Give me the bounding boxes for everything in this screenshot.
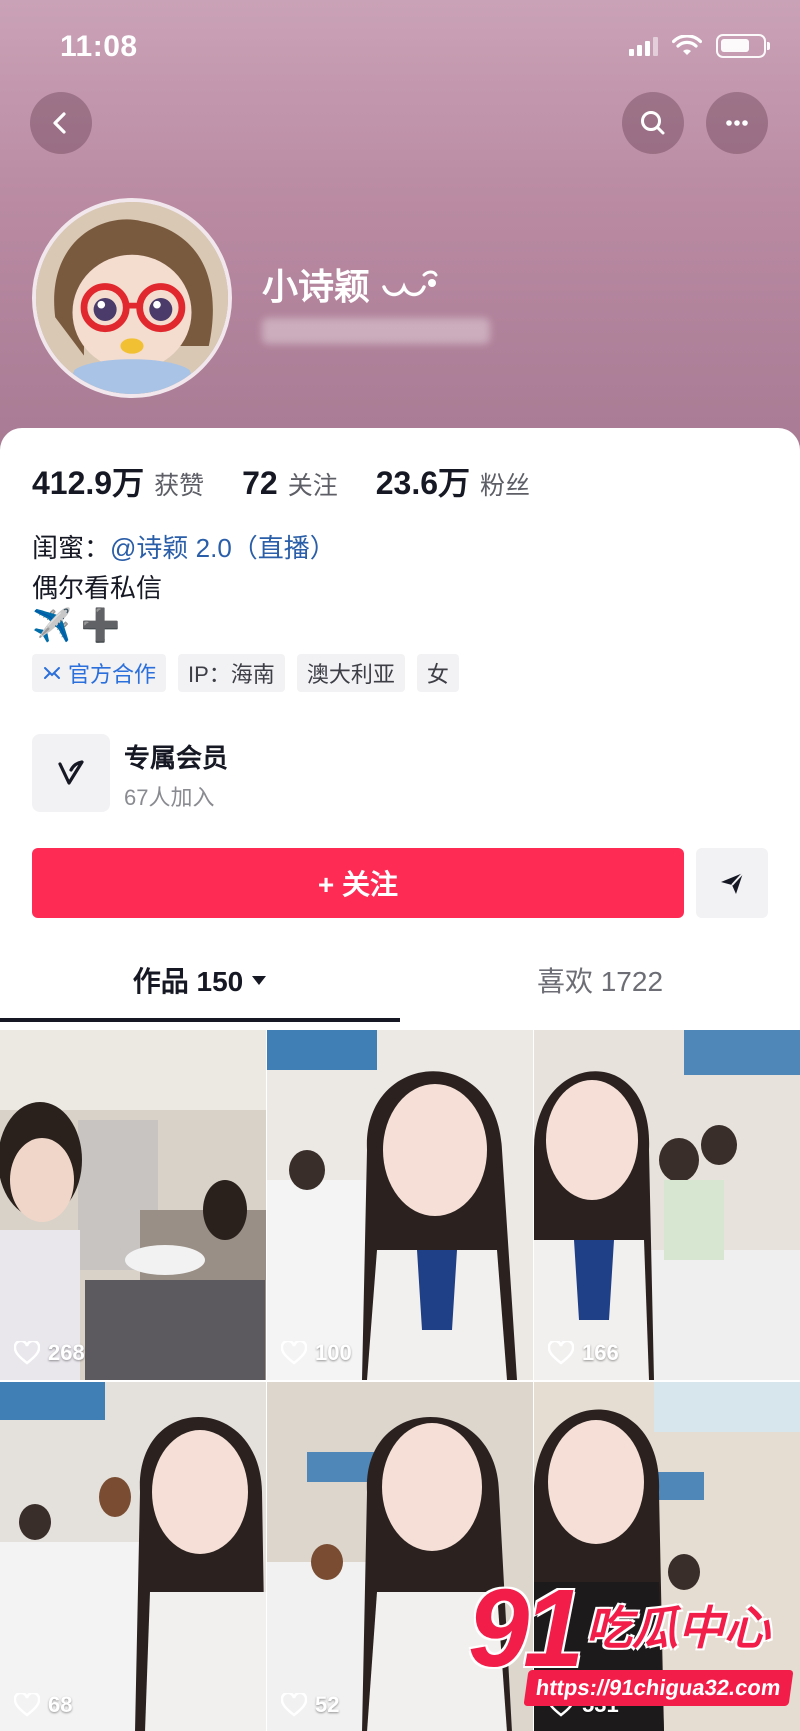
stat-label: 关注 <box>287 472 338 500</box>
tab-works-label: 作品 150 <box>132 966 244 997</box>
bio-line-emoji: ✈️ ➕ <box>32 607 121 643</box>
stat-value: 23.6万 <box>375 465 471 501</box>
battery-icon <box>716 34 770 58</box>
video-cover-image <box>0 1382 266 1731</box>
stat-likes-received[interactable]: 412.9万 获赞 <box>32 458 204 504</box>
search-icon <box>641 111 665 135</box>
site-watermark: 91 吃瓜中心 https://91chigua32.com <box>468 1574 794 1712</box>
official-icon <box>44 667 60 679</box>
like-count-text: 100 <box>315 1340 352 1365</box>
profile-stats: 412.9万 获赞 72 关注 23.6万 粉丝 <box>32 458 530 504</box>
video-cover-image <box>267 1030 533 1380</box>
tag-official-collab[interactable]: 官方合作 <box>32 654 167 692</box>
profile-tags: 官方合作 IP：海南 澳大利亚 女 <box>32 654 459 692</box>
follow-button[interactable]: + 关注 <box>32 848 684 918</box>
heart-icon <box>281 1693 307 1717</box>
status-icons <box>629 34 770 58</box>
like-count-text: 52 <box>315 1692 340 1717</box>
membership-v-icon <box>32 734 110 812</box>
like-count-text: 68 <box>48 1692 73 1717</box>
signal-icon <box>629 36 658 56</box>
share-button[interactable] <box>696 848 768 918</box>
stat-following[interactable]: 72 关注 <box>242 465 338 502</box>
tag-country: 澳大利亚 <box>296 654 405 692</box>
status-bar: 11:08 <box>0 0 800 100</box>
video-like-count: 268 <box>14 1340 85 1366</box>
tab-likes[interactable]: 喜欢 1722 <box>400 948 800 1012</box>
tab-likes-label: 喜欢 1722 <box>536 966 664 997</box>
video-thumbnail[interactable]: 268 <box>0 1030 266 1380</box>
video-thumbnail[interactable]: 68 <box>0 1382 266 1731</box>
stat-value: 72 <box>242 465 278 501</box>
video-like-count: 68 <box>14 1692 72 1718</box>
caret-down-icon <box>252 976 267 985</box>
video-like-count: 166 <box>548 1340 619 1366</box>
tag-ip-location: IP：海南 <box>178 654 285 692</box>
membership-title: 专属会员 <box>124 743 229 773</box>
tab-indicator <box>0 1018 400 1022</box>
tab-works[interactable]: 作品 150 <box>0 948 400 1012</box>
heart-icon <box>281 1341 307 1365</box>
video-thumbnail[interactable]: 166 <box>534 1030 800 1380</box>
stat-label: 获赞 <box>154 472 205 500</box>
search-button[interactable] <box>622 92 684 154</box>
watermark-logo-number: 91 <box>468 1567 584 1690</box>
tag-gender: 女 <box>416 654 459 692</box>
bio-line-bestie: 闺蜜：@诗颖 2.0（直播） <box>32 528 336 565</box>
watermark-url: https://91chigua32.com <box>523 1670 794 1706</box>
like-count-text: 166 <box>582 1340 619 1365</box>
chevron-left-icon <box>53 112 66 134</box>
stat-value: 412.9万 <box>32 465 145 501</box>
user-id-blurred <box>262 318 490 344</box>
content-tabs: 作品 150 喜欢 1722 <box>0 948 800 1022</box>
heart-icon <box>548 1341 574 1365</box>
stat-label: 粉丝 <box>480 472 531 500</box>
membership-count: 67人加入 <box>124 785 215 810</box>
sleepy-face-icon <box>382 270 438 297</box>
tag-label: 澳大利亚 <box>306 662 395 687</box>
wifi-icon <box>672 35 702 55</box>
bio-line-dm: 偶尔看私信 <box>32 573 163 603</box>
avatar-image <box>36 202 228 394</box>
watermark-logo-text: 吃瓜中心 <box>586 1602 770 1654</box>
profile-name: 小诗颖 <box>262 258 438 310</box>
avatar[interactable] <box>32 198 232 398</box>
exclusive-membership[interactable]: 专属会员 67人加入 <box>32 734 532 812</box>
video-cover-image <box>0 1030 266 1380</box>
video-like-count: 52 <box>281 1692 339 1718</box>
like-count-text: 268 <box>48 1340 85 1365</box>
stat-followers[interactable]: 23.6万 粉丝 <box>376 458 530 504</box>
video-thumbnail[interactable]: 100 <box>267 1030 533 1380</box>
more-button[interactable] <box>706 92 768 154</box>
video-cover-image <box>534 1030 800 1380</box>
tag-label: 女 <box>426 662 449 687</box>
back-button[interactable] <box>30 92 92 154</box>
more-dots-icon <box>726 120 748 126</box>
heart-icon <box>14 1341 40 1365</box>
video-like-count: 100 <box>281 1340 352 1366</box>
tag-label: IP：海南 <box>188 662 275 687</box>
bio-mention-link[interactable]: @诗颖 2.0（直播） <box>110 533 336 563</box>
bio-prefix: 闺蜜： <box>32 533 111 563</box>
tag-label: 官方合作 <box>68 662 157 687</box>
send-icon <box>721 872 744 894</box>
status-time: 11:08 <box>60 30 138 63</box>
heart-icon <box>14 1693 40 1717</box>
profile-name-text: 小诗颖 <box>262 266 371 307</box>
